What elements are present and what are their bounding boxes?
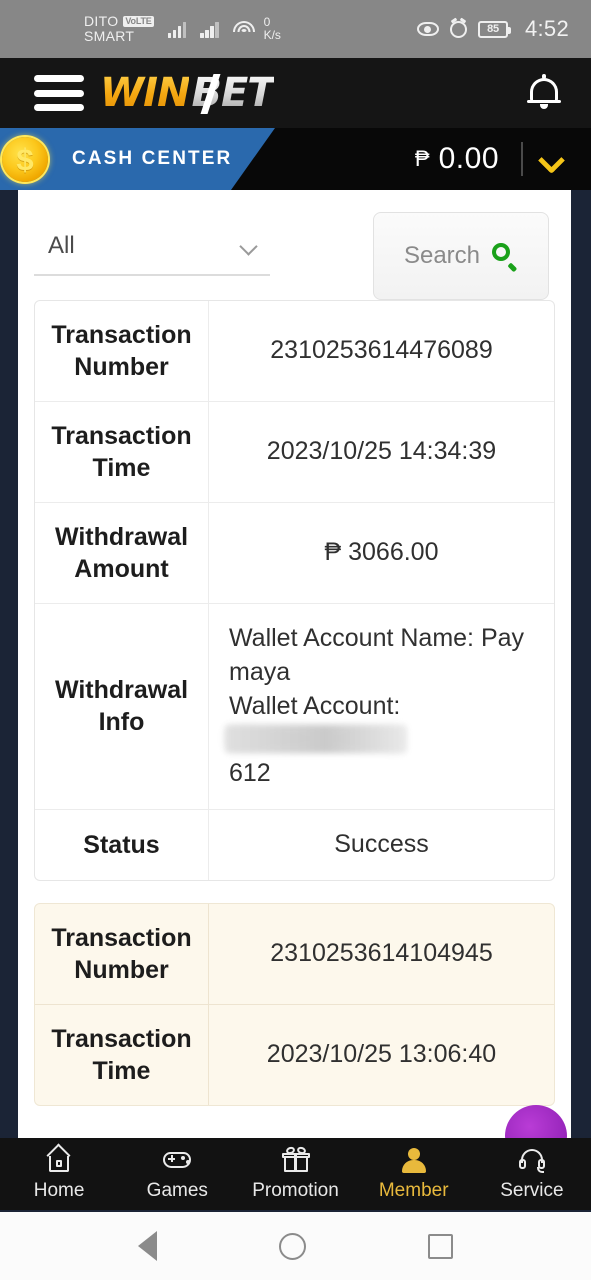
search-icon [492,243,518,272]
table-row: Transaction Number 2310253614476089 [35,301,554,402]
battery-level-label: 85 [487,23,499,35]
clock-label: 4:52 [524,16,569,41]
wallet-account-tail: 612 [229,759,271,787]
data-rate-indicator: 0 K/s [264,16,281,41]
home-circle-icon[interactable] [279,1232,306,1260]
nav-label: Member [378,1179,449,1201]
nav-item-home[interactable]: Home [0,1142,118,1202]
wallet-account-name-line: Wallet Account Name: Pay maya [229,624,525,686]
battery-icon: 85 [477,20,511,38]
recents-square-icon[interactable] [428,1233,453,1259]
row-value-withdrawal-info: Wallet Account Name: Pay maya Wallet Acc… [209,604,554,809]
back-triangle-icon[interactable] [138,1231,157,1261]
nav-label: Games [146,1179,208,1201]
redacted-account-number: 09XXXXXXX41 [229,723,401,757]
headset-icon [517,1147,547,1173]
row-label: Transaction Number [35,903,209,1004]
transaction-type-select[interactable]: All [34,232,270,276]
row-value: 2023/10/25 13:06:40 [266,1039,497,1068]
cash-center-bar: $ CASH CENTER ₱ 0.00 [0,128,591,190]
balance-amount: 0.00 [438,142,499,175]
nav-item-games[interactable]: Games [118,1147,236,1202]
chevron-down-icon[interactable] [541,148,563,170]
status-badge: Success [334,829,429,858]
row-label: Transaction Time [35,1004,209,1105]
cash-center-title: CASH CENTER [72,148,233,169]
search-button-label: Search [403,242,481,269]
gift-icon [281,1145,311,1173]
nav-item-service[interactable]: Service [473,1147,591,1202]
balance-divider [521,142,523,176]
phone-screen: DITO VoLTE SMART 0 K/s 85 4:52 WIN BET $… [0,0,591,1280]
volte-badge: VoLTE [123,15,154,27]
balance-group: ₱ 0.00 [415,128,591,190]
status-bar-right-group: 85 4:52 [416,16,569,42]
nav-label: Home [33,1179,85,1201]
transaction-card[interactable]: Transaction Number 2310253614104945 Tran… [34,902,555,1106]
row-label: Transaction Number [35,301,209,401]
data-rate-unit: K/s [263,28,281,42]
bottom-navigation: Home Games Promotion Member Service [0,1138,591,1210]
bell-icon[interactable] [527,74,561,112]
user-icon [399,1147,429,1173]
transaction-list: Transaction Number 2310253614476089 Tran… [18,300,571,1106]
row-label: Withdrawal Amount [35,503,209,603]
row-label: Status [35,809,209,880]
gamepad-icon [162,1147,192,1173]
coin-icon: $ [2,137,48,182]
table-row: Transaction Time 2023/10/25 13:06:40 [35,1004,554,1105]
signal-strength-icon-2 [200,20,219,38]
wallet-account-prefix: Wallet Account: [229,691,401,720]
row-value: 2023/10/25 14:34:39 [266,437,497,466]
row-label: Transaction Time [35,402,209,502]
row-value: 2310253614104945 [270,938,493,967]
carrier-secondary-label: SMART [84,28,135,44]
table-row: Withdrawal Info Wallet Account Name: Pay… [35,604,554,810]
nav-item-promotion[interactable]: Promotion [236,1145,354,1202]
filter-bar: All Search [18,190,571,300]
app-header: WIN BET [0,58,591,128]
home-icon [44,1142,74,1173]
nav-item-member[interactable]: Member [355,1147,473,1202]
nav-label: Promotion [252,1179,339,1201]
coin-symbol: $ [16,142,34,177]
select-underline [34,274,270,276]
carrier-primary-label: DITO [84,12,119,29]
hamburger-menu-icon[interactable] [34,75,84,111]
table-row: Transaction Time 2023/10/25 14:34:39 [35,402,554,503]
android-navigation-bar [0,1212,591,1280]
signal-strength-icon-1 [167,20,187,38]
transaction-card[interactable]: Transaction Number 2310253614476089 Tran… [34,300,555,881]
table-row: Withdrawal Amount ₱ 3066.00 [35,503,554,604]
row-value: 2310253614476089 [270,336,493,365]
table-row: Transaction Number 2310253614104945 [35,903,554,1005]
page-content: All Search Transaction Number 2310253614… [18,190,571,1138]
table-row: Status Success [35,809,554,880]
carrier-info: DITO VoLTE SMART [84,12,154,44]
app-logo[interactable]: WIN BET [100,70,275,116]
alarm-icon [449,20,467,38]
chevron-down-icon [240,240,260,252]
nav-label: Service [500,1179,564,1201]
system-status-bar: DITO VoLTE SMART 0 K/s 85 4:52 [0,0,591,58]
row-label: Withdrawal Info [35,604,209,809]
wifi-icon [232,20,255,38]
logo-primary-text: WIN [100,70,190,116]
row-value: ₱ 3066.00 [324,538,439,567]
search-button[interactable]: Search [373,212,549,300]
eye-icon [416,22,439,36]
select-value-label: All [48,232,75,259]
currency-symbol: ₱ [414,146,430,171]
